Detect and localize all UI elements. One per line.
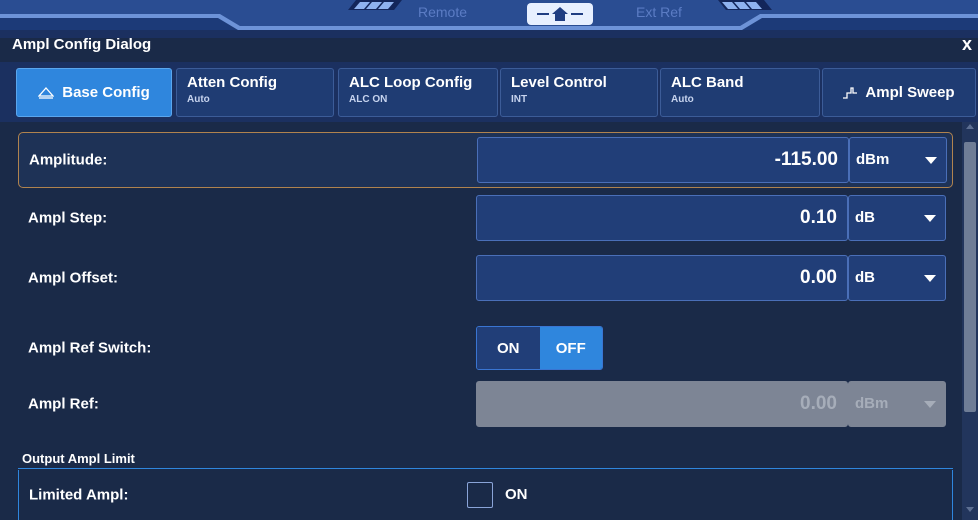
chevron-down-icon xyxy=(925,157,937,164)
tab-alc-band[interactable]: ALC Band Auto xyxy=(660,68,820,117)
ampl-step-unit-select[interactable]: dB xyxy=(848,195,946,241)
output-ampl-limit-header: Output Ampl Limit xyxy=(18,449,953,469)
amplitude-row: Amplitude: -115.00 dBm xyxy=(18,132,953,188)
limited-ampl-checkbox[interactable] xyxy=(467,482,493,508)
status-bar-decoration xyxy=(0,0,978,38)
tab-label: Atten Config xyxy=(187,74,277,91)
ampl-offset-unit-select[interactable]: dB xyxy=(848,255,946,301)
ampl-ref-switch-label: Ampl Ref Switch: xyxy=(28,339,152,357)
ampl-ref-switch-row: Ampl Ref Switch: ON OFF xyxy=(18,320,953,376)
home-line-right xyxy=(571,13,583,15)
home-line-left xyxy=(537,13,549,15)
scroll-up-icon[interactable] xyxy=(966,124,974,129)
tab-label: ALC Loop Config xyxy=(349,74,473,91)
scroll-down-icon[interactable] xyxy=(966,507,974,512)
limited-ampl-label: Limited Ampl: xyxy=(29,486,129,504)
ampl-offset-row: Ampl Offset: 0.00 dB xyxy=(18,250,953,306)
home-button[interactable] xyxy=(527,3,593,25)
tab-label: Level Control xyxy=(511,74,607,91)
ampl-step-input[interactable]: 0.10 xyxy=(476,195,848,241)
ampl-ref-switch-toggle[interactable]: ON OFF xyxy=(476,326,603,370)
ampl-ref-label: Ampl Ref: xyxy=(28,395,99,413)
dialog-title: Ampl Config Dialog xyxy=(12,36,152,53)
amplitude-unit-select[interactable]: dBm xyxy=(849,137,947,183)
vertical-scrollbar[interactable] xyxy=(962,122,978,520)
ampl-offset-label: Ampl Offset: xyxy=(28,269,118,287)
chevron-down-icon xyxy=(924,401,936,408)
tab-alc-loop-config[interactable]: ALC Loop Config ALC ON xyxy=(338,68,498,117)
ampl-offset-unit-value: dB xyxy=(855,269,875,286)
chevron-down-icon xyxy=(924,215,936,222)
instrument-status-bar: Remote Ext Ref xyxy=(0,0,978,38)
ampl-step-unit-value: dB xyxy=(855,209,875,226)
ampl-ref-unit-select: dBm xyxy=(848,381,946,427)
tab-label: Base Config xyxy=(62,83,150,101)
tab-sublabel: INT xyxy=(511,94,528,105)
ampl-ref-input: 0.00 xyxy=(476,381,848,427)
ampl-step-row: Ampl Step: 0.10 dB xyxy=(18,190,953,246)
amplitude-input[interactable]: -115.00 xyxy=(477,137,849,183)
tab-sublabel: ALC ON xyxy=(349,94,388,105)
tab-ampl-sweep[interactable]: Ampl Sweep xyxy=(822,68,976,117)
tab-sublabel: Auto xyxy=(671,94,694,105)
scroll-thumb[interactable] xyxy=(964,142,976,412)
section-title: Output Ampl Limit xyxy=(22,451,135,466)
tab-label: ALC Band xyxy=(671,74,744,91)
tab-atten-config[interactable]: Atten Config Auto xyxy=(176,68,334,117)
home-icon xyxy=(552,7,568,21)
triangle-up-icon xyxy=(38,86,55,99)
tab-sublabel: Auto xyxy=(187,94,210,105)
amplitude-unit-value: dBm xyxy=(856,151,890,168)
ampl-offset-input[interactable]: 0.00 xyxy=(476,255,848,301)
ampl-ref-unit-value: dBm xyxy=(855,395,889,412)
toggle-on-option[interactable]: ON xyxy=(477,327,540,369)
close-icon[interactable]: x xyxy=(962,34,972,55)
ampl-ref-row: Ampl Ref: 0.00 dBm xyxy=(18,376,953,432)
amplitude-label: Amplitude: xyxy=(29,151,108,169)
remote-indicator: Remote xyxy=(418,4,468,20)
chevron-down-icon xyxy=(924,275,936,282)
tab-label: Ampl Sweep xyxy=(865,83,955,101)
tab-level-control[interactable]: Level Control INT xyxy=(500,68,658,117)
dialog-content: Amplitude: -115.00 dBm Ampl Step: 0.10 d… xyxy=(0,122,962,520)
ext-ref-indicator: Ext Ref xyxy=(636,4,682,20)
ampl-step-label: Ampl Step: xyxy=(28,209,108,227)
limited-ampl-checkbox-label[interactable]: ON xyxy=(505,486,528,503)
limited-ampl-row: Limited Ampl: ON xyxy=(18,470,953,520)
sweep-icon xyxy=(843,86,858,99)
toggle-off-option[interactable]: OFF xyxy=(539,327,602,369)
tab-base-config[interactable]: Base Config xyxy=(16,68,172,117)
tab-bar: Base Config Atten Config Auto ALC Loop C… xyxy=(0,62,978,122)
